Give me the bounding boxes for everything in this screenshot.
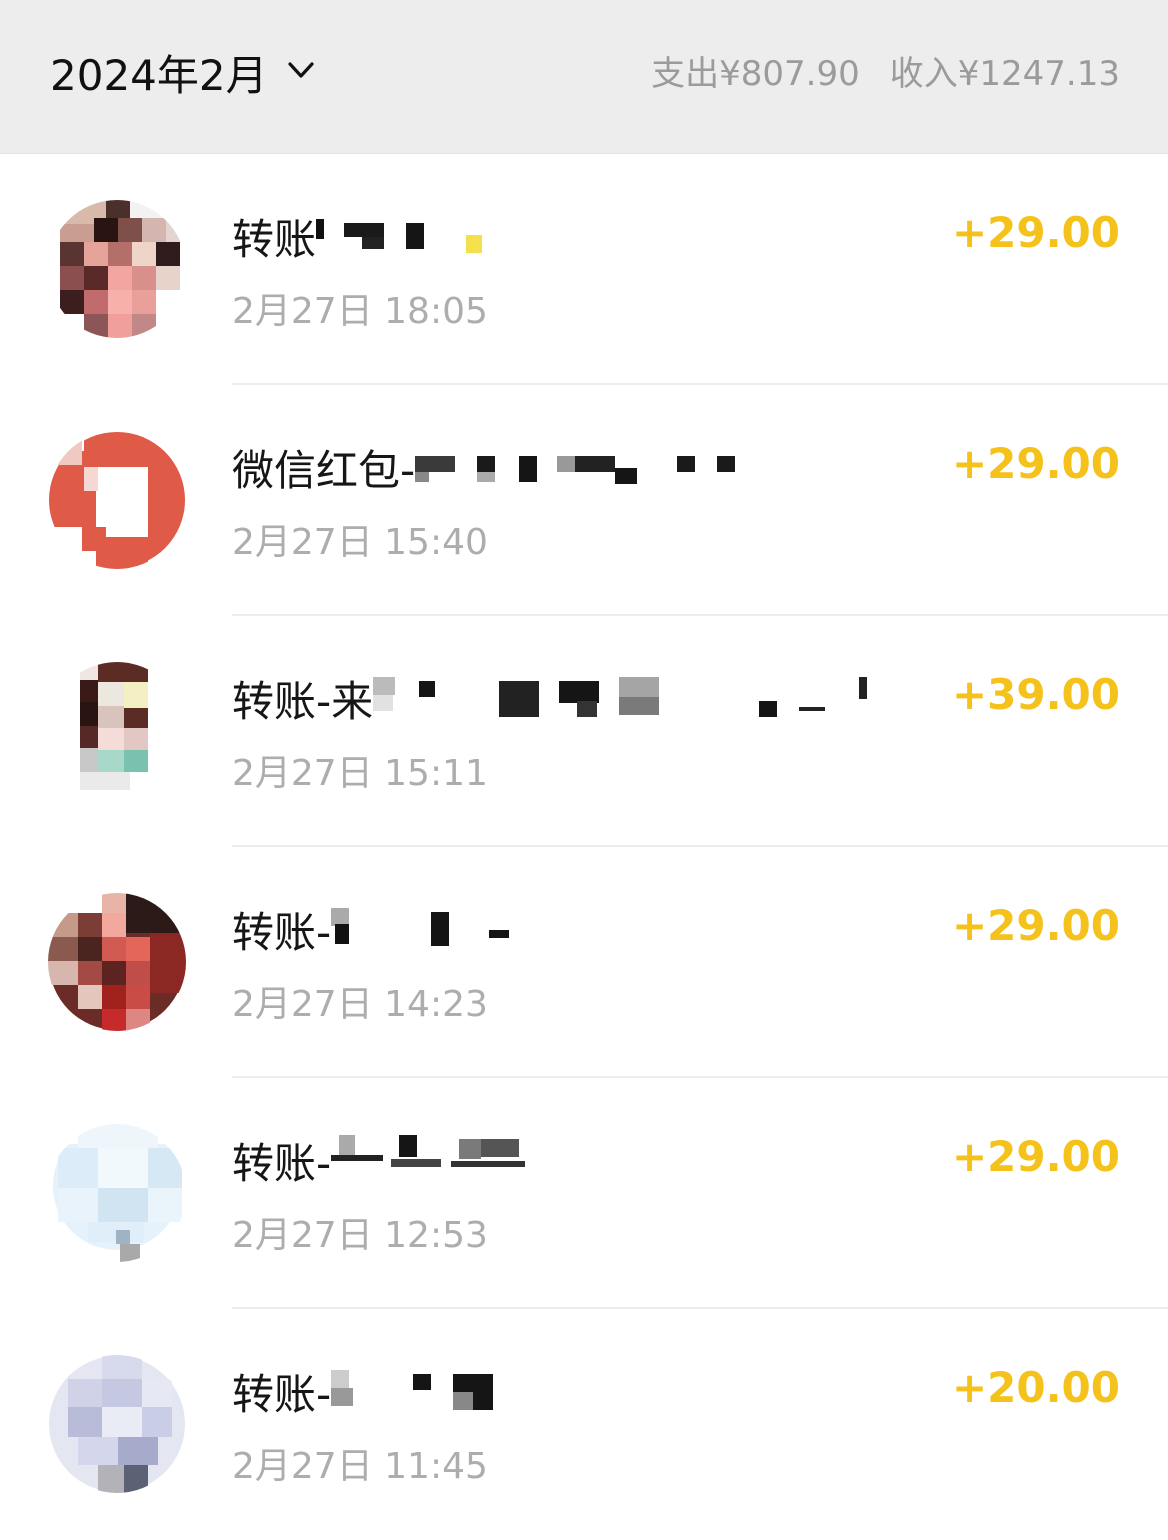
- transaction-row[interactable]: 微信红包- 2月27日 15:40 +29.00: [0, 385, 1168, 616]
- transaction-amount: +29.00: [951, 1132, 1120, 1181]
- transaction-time: 2月27日 18:05: [232, 291, 488, 332]
- user-avatar: [48, 1355, 186, 1493]
- user-avatar: [48, 662, 186, 800]
- transaction-amount: +20.00: [951, 1363, 1120, 1412]
- redacted-name: [415, 442, 975, 492]
- redacted-name: [331, 1366, 891, 1416]
- month-label: 2024年2月: [50, 50, 268, 100]
- transaction-amount: +39.00: [951, 670, 1120, 719]
- transaction-row[interactable]: 转账-来 2月27日 15:11 +39.00: [0, 616, 1168, 847]
- month-picker[interactable]: 2024年2月: [50, 40, 316, 104]
- user-avatar: [48, 200, 186, 338]
- redacted-name: [331, 1135, 891, 1185]
- month-summary: 支出¥807.90 收入¥1247.13: [651, 44, 1120, 96]
- income-total: 收入¥1247.13: [889, 53, 1120, 94]
- transaction-title: 转账: [232, 214, 317, 264]
- transaction-time: 2月27日 14:23: [232, 984, 488, 1025]
- bill-header: 2024年2月 支出¥807.90 收入¥1247.13: [0, 0, 1168, 154]
- expense-total: 支出¥807.90: [651, 53, 860, 94]
- transaction-time: 2月27日 15:40: [232, 522, 488, 563]
- transaction-row[interactable]: 转账- 2月27日 14:23 +29.00: [0, 847, 1168, 1078]
- transaction-title: 转账-: [232, 1369, 332, 1419]
- transaction-amount: +29.00: [951, 208, 1120, 257]
- transaction-row[interactable]: 转账 2月27日 18:05 +29.00: [0, 154, 1168, 385]
- transaction-title: 微信红包-: [232, 445, 416, 495]
- transaction-amount: +29.00: [951, 439, 1120, 488]
- transaction-row[interactable]: 转账- 2月27日 11:45 +20.00: [0, 1309, 1168, 1540]
- transaction-title: 转账-来: [232, 676, 374, 726]
- transaction-row[interactable]: 转账- 2月27日 12:53 +29.00: [0, 1078, 1168, 1309]
- user-avatar: [48, 1124, 186, 1262]
- transaction-time: 2月27日 11:45: [232, 1446, 488, 1487]
- redacted-name: [373, 673, 933, 723]
- user-avatar: [48, 893, 186, 1031]
- transaction-amount: +29.00: [951, 901, 1120, 950]
- redacted-name: [316, 211, 876, 261]
- transaction-title: 转账-: [232, 907, 332, 957]
- transaction-time: 2月27日 15:11: [232, 753, 488, 794]
- transaction-list: 转账 2月27日 18:05 +29.00 微信红包- 2月27日 15:40 …: [0, 154, 1168, 1540]
- transaction-time: 2月27日 12:53: [232, 1215, 488, 1256]
- transaction-title: 转账-: [232, 1138, 332, 1188]
- red-packet-avatar: [48, 431, 186, 569]
- chevron-down-icon: [288, 62, 314, 78]
- redacted-name: [331, 904, 891, 954]
